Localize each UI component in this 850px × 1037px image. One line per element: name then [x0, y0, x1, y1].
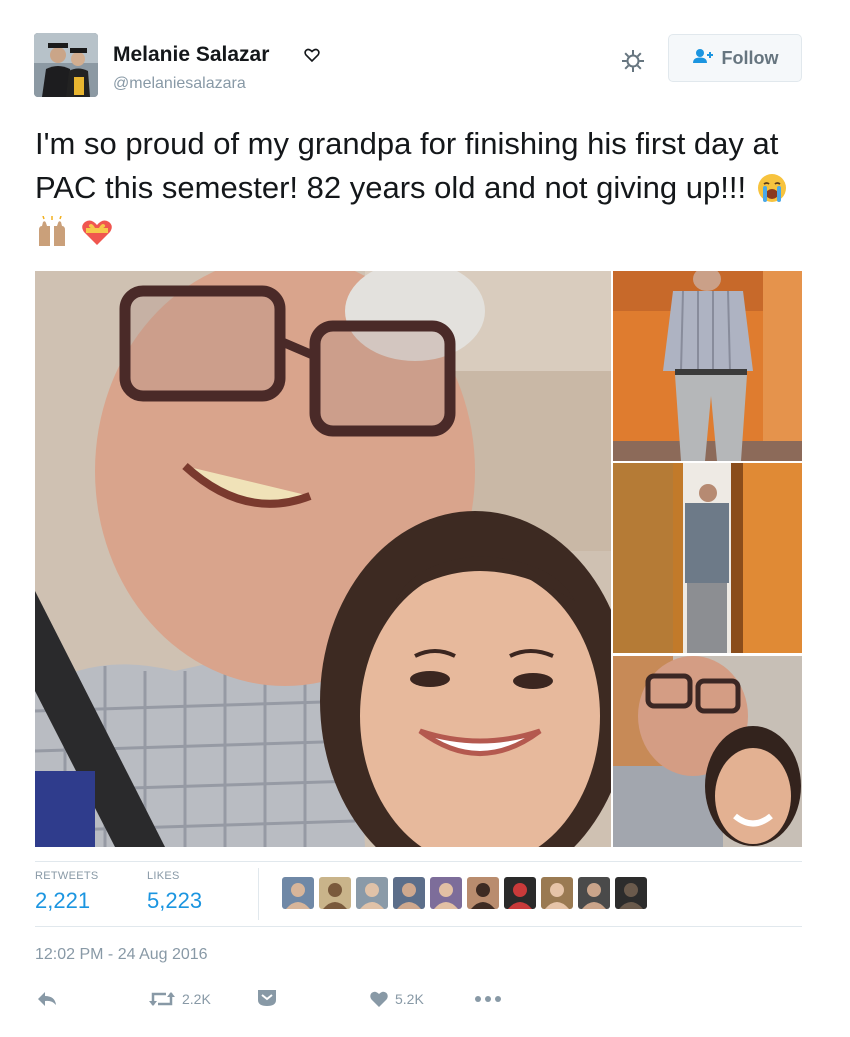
- liker-avatar[interactable]: [393, 877, 425, 909]
- heart-outline-icon: [303, 46, 321, 64]
- photo-classroom-doorway[interactable]: [613, 463, 802, 653]
- message-icon: [258, 990, 276, 1006]
- liker-avatar[interactable]: [319, 877, 351, 909]
- heart-with-ribbon-icon: [80, 216, 114, 248]
- likes-value: 5,223: [147, 888, 203, 913]
- avatar-image: [34, 33, 98, 97]
- liker-avatar[interactable]: [467, 877, 499, 909]
- liker-avatars: [282, 877, 647, 909]
- timestamp[interactable]: 12:02 PM - 24 Aug 2016: [35, 946, 208, 964]
- avatar[interactable]: [34, 33, 98, 97]
- photo-grandpa-standing[interactable]: [613, 271, 802, 461]
- tweet-body: I'm so proud of my grandpa for finishing…: [35, 126, 779, 205]
- liker-avatar[interactable]: [504, 877, 536, 909]
- retweet-count: 2.2K: [182, 991, 211, 1007]
- liker-avatar[interactable]: [541, 877, 573, 909]
- raising-hands-icon: [35, 215, 69, 248]
- likes-label: LIKES: [147, 870, 180, 882]
- add-user-icon: [692, 48, 714, 69]
- stats-divider: [258, 868, 259, 920]
- more-dots-icon: [475, 996, 501, 1002]
- liker-avatar[interactable]: [578, 877, 610, 909]
- liker-avatar[interactable]: [615, 877, 647, 909]
- direct-message-button[interactable]: [256, 988, 278, 1008]
- like-button[interactable]: 5.2K: [369, 990, 424, 1008]
- follow-button-label: Follow: [721, 47, 779, 68]
- reply-button[interactable]: [36, 990, 58, 1008]
- photo-main-selfie[interactable]: [35, 271, 611, 847]
- retweets-label: RETWEETS: [35, 870, 99, 882]
- tweet-text: I'm so proud of my grandpa for finishing…: [35, 122, 815, 254]
- liker-avatar[interactable]: [356, 877, 388, 909]
- user-handle[interactable]: @melaniesalazara: [113, 75, 246, 93]
- retweet-button[interactable]: 2.2K: [148, 990, 211, 1008]
- divider-middle: [35, 926, 802, 927]
- follow-button[interactable]: Follow: [668, 34, 802, 82]
- gear-icon[interactable]: [620, 48, 646, 74]
- likes-stat[interactable]: LIKES 5,223: [147, 870, 202, 914]
- heart-icon: [370, 991, 388, 1007]
- retweets-value: 2,221: [35, 888, 91, 913]
- liker-avatar[interactable]: [430, 877, 462, 909]
- retweet-icon: [149, 992, 175, 1006]
- like-count: 5.2K: [395, 991, 424, 1007]
- photo-grandpa-selfie-small[interactable]: [613, 656, 802, 847]
- user-name[interactable]: Melanie Salazar: [113, 43, 269, 67]
- liker-avatar[interactable]: [282, 877, 314, 909]
- more-options-button[interactable]: [474, 995, 502, 1003]
- retweets-stat[interactable]: RETWEETS 2,221: [35, 870, 99, 914]
- loudly-crying-face-icon: [755, 172, 789, 204]
- reply-icon: [38, 992, 56, 1006]
- divider-top: [35, 861, 802, 862]
